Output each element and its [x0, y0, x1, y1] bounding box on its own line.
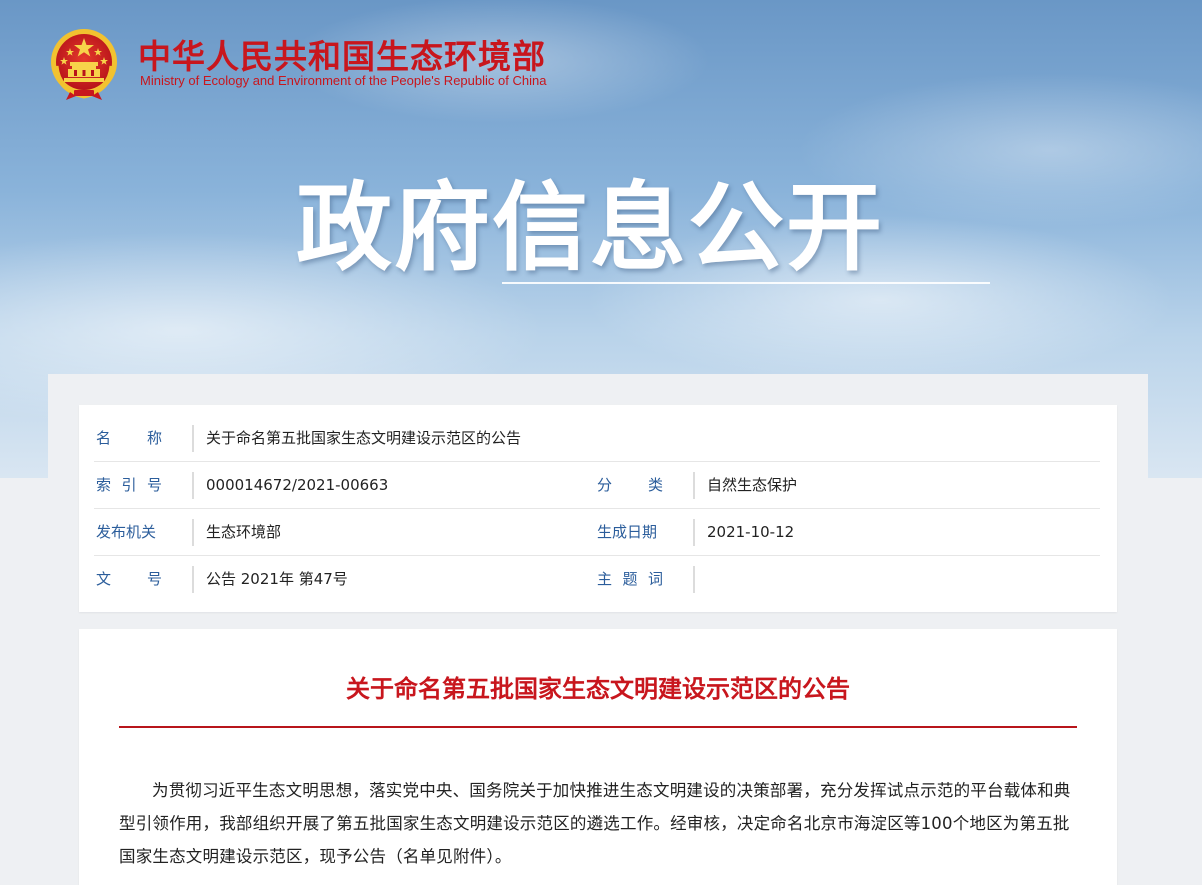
meta-label-index: 索 引 号 [96, 476, 162, 494]
meta-row-index: 索 引 号 000014672/2021-00663 分 类 自然生态保护 [94, 462, 1100, 509]
meta-value-name: 关于命名第五批国家生态文明建设示范区的公告 [206, 429, 522, 447]
meta-label-keywords: 主 题 词 [597, 570, 663, 588]
meta-row-name: 名 称 关于命名第五批国家生态文明建设示范区的公告 [94, 415, 1100, 462]
meta-value-docno: 公告 2021年 第47号 [206, 570, 348, 588]
meta-value-index: 000014672/2021-00663 [206, 476, 389, 494]
meta-row-issuer: 发布机关 生态环境部 生成日期 2021-10-12 [94, 509, 1100, 556]
meta-label-name: 名 称 [96, 429, 162, 447]
site-name-english[interactable]: Ministry of Ecology and Environment of t… [140, 73, 546, 88]
meta-separator [192, 425, 194, 452]
document-title-divider [119, 726, 1077, 728]
meta-value-category: 自然生态保护 [707, 476, 798, 494]
document-metadata-table: 名 称 关于命名第五批国家生态文明建设示范区的公告 索 引 号 00001467… [79, 405, 1117, 612]
meta-label-date: 生成日期 [597, 523, 658, 541]
hero-title: 政府信息公开 [296, 172, 884, 284]
document-content: 关于命名第五批国家生态文明建设示范区的公告 为贯彻习近平生态文明思想，落实党中央… [79, 629, 1117, 885]
meta-separator [693, 472, 695, 499]
meta-separator [192, 566, 194, 593]
meta-label-docno: 文 号 [96, 570, 162, 588]
hero-divider [502, 282, 990, 284]
meta-separator [192, 472, 194, 499]
document-title: 关于命名第五批国家生态文明建设示范区的公告 [346, 675, 850, 703]
meta-label-issuer: 发布机关 [96, 523, 157, 541]
meta-value-issuer: 生态环境部 [206, 523, 282, 541]
site-name-chinese[interactable]: 中华人民共和国生态环境部 [138, 30, 546, 78]
meta-separator [192, 519, 194, 546]
meta-value-date: 2021-10-12 [707, 523, 795, 541]
document-body-paragraph: 为贯彻习近平生态文明思想，落实党中央、国务院关于加快推进生态文明建设的决策部署，… [119, 781, 1071, 866]
meta-separator [693, 519, 695, 546]
national-emblem-icon[interactable] [48, 26, 120, 102]
meta-separator [693, 566, 695, 593]
meta-label-category: 分 类 [597, 476, 663, 494]
meta-row-docno: 文 号 公告 2021年 第47号 主 题 词 [94, 556, 1100, 603]
